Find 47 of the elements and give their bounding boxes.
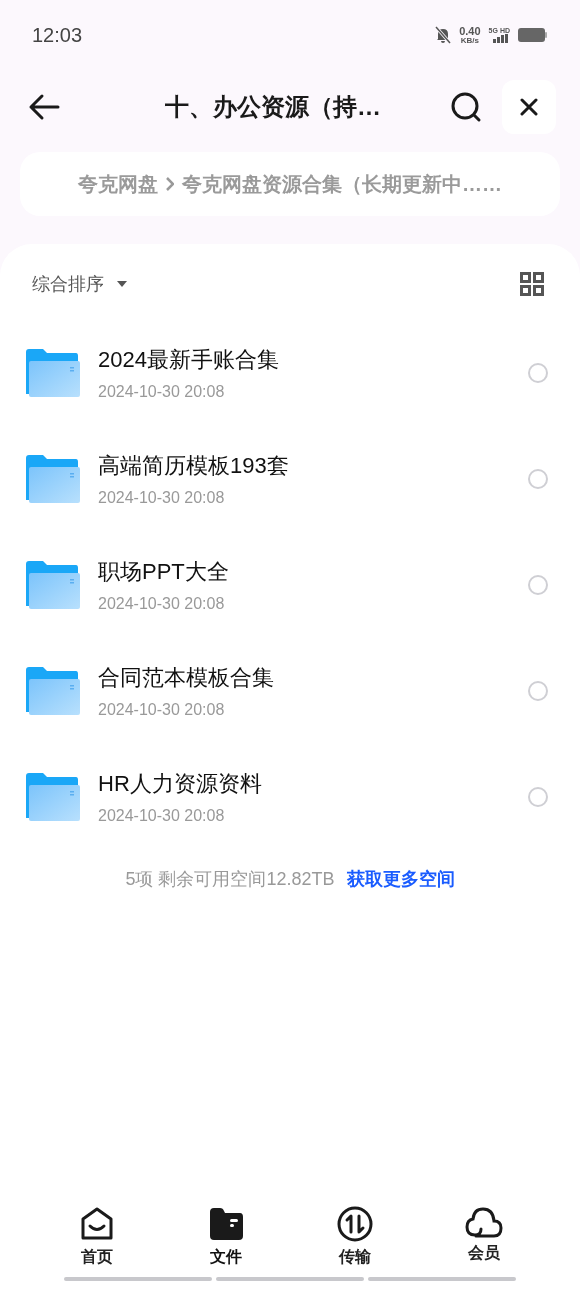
folder-date: 2024-10-30 20:08 bbox=[98, 805, 226, 826]
battery-icon bbox=[518, 28, 548, 42]
folder-date: 2024-10-30 20:08 bbox=[98, 381, 226, 402]
search-icon bbox=[450, 91, 482, 123]
nav-tab[interactable]: 文件 bbox=[185, 1205, 266, 1269]
sort-dropdown[interactable]: 综合排序 bbox=[32, 270, 128, 298]
close-icon bbox=[520, 98, 538, 116]
folder-icon bbox=[26, 667, 80, 715]
folder-row[interactable]: 2024最新手账合集 2024-10-30 20:08 bbox=[0, 320, 580, 426]
nav-tab[interactable]: 传输 bbox=[314, 1205, 395, 1269]
storage-summary: 5项 剩余可用空间12.82TB bbox=[125, 868, 335, 891]
nav-tab[interactable]: 首页 bbox=[56, 1205, 137, 1269]
folder-icon bbox=[26, 773, 80, 821]
folder-row[interactable]: 合同范本模板合集 2024-10-30 20:08 bbox=[0, 638, 580, 744]
muted-bell-icon bbox=[435, 26, 452, 44]
grid-icon bbox=[520, 272, 544, 296]
folder-name: HR人力资源资料 bbox=[98, 769, 263, 798]
get-more-space-link[interactable]: 获取更多空间 bbox=[346, 866, 455, 893]
folder-name: 合同范本模板合集 bbox=[98, 663, 275, 692]
folder-name: 高端简历模板193套 bbox=[98, 451, 290, 480]
folder-icon bbox=[26, 349, 80, 397]
network-speed: 0.40 bbox=[459, 25, 481, 37]
folder-date: 2024-10-30 20:08 bbox=[98, 487, 226, 508]
close-button[interactable] bbox=[502, 80, 556, 134]
cloud-icon bbox=[463, 1205, 504, 1239]
folder-date: 2024-10-30 20:08 bbox=[98, 699, 226, 720]
caret-down-icon bbox=[116, 280, 128, 288]
chevron-right-icon bbox=[166, 177, 174, 191]
folder-row[interactable]: HR人力资源资料 2024-10-30 20:08 bbox=[0, 744, 580, 850]
folder-icon bbox=[26, 561, 80, 609]
folder-icon bbox=[26, 455, 80, 503]
nav-tab[interactable]: 会员 bbox=[443, 1205, 524, 1269]
select-radio[interactable] bbox=[528, 787, 548, 807]
folder-row[interactable]: 高端简历模板193套 2024-10-30 20:08 bbox=[0, 426, 580, 532]
select-radio[interactable] bbox=[528, 681, 548, 701]
select-radio[interactable] bbox=[528, 363, 548, 383]
folder-name: 2024最新手账合集 bbox=[98, 345, 280, 374]
folder-row[interactable]: 职场PPT大全 2024-10-30 20:08 bbox=[0, 532, 580, 638]
folder-name: 职场PPT大全 bbox=[98, 557, 230, 586]
back-arrow-icon bbox=[28, 93, 60, 121]
page-title: 十、办公资源（持… bbox=[165, 92, 381, 122]
transfer-arrows-icon bbox=[335, 1205, 374, 1243]
status-time: 12:03 bbox=[32, 23, 83, 48]
select-radio[interactable] bbox=[528, 575, 548, 595]
speed-unit: KB/s bbox=[460, 36, 479, 45]
folder-date: 2024-10-30 20:08 bbox=[98, 593, 226, 614]
select-radio[interactable] bbox=[528, 469, 548, 489]
